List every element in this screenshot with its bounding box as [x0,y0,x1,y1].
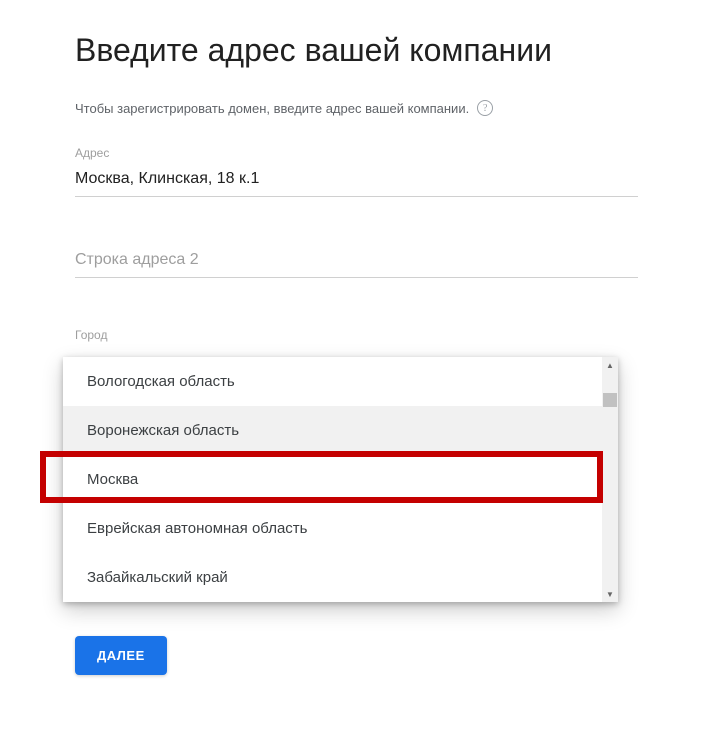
city-label: Город [75,328,638,342]
dropdown-item[interactable]: Воронежская область [63,406,618,455]
region-dropdown[interactable]: Вологодская областьВоронежская областьМо… [63,357,618,602]
dropdown-item[interactable]: Москва [63,455,618,504]
scroll-up-arrow[interactable]: ▲ [602,357,618,373]
address2-input[interactable] [75,247,638,278]
scrollbar[interactable]: ▲ ▼ [602,357,618,602]
dropdown-item[interactable]: Забайкальский край [63,553,618,602]
address-input[interactable] [75,166,638,197]
page-title: Введите адрес вашей компании [75,30,638,70]
scroll-down-arrow[interactable]: ▼ [602,586,618,602]
scrollbar-thumb[interactable] [603,393,617,407]
instruction-text: Чтобы зарегистрировать домен, введите ад… [75,101,469,116]
next-button[interactable]: ДАЛЕЕ [75,636,167,675]
dropdown-item[interactable]: Еврейская автономная область [63,504,618,553]
address-label: Адрес [75,146,638,160]
dropdown-item[interactable]: Вологодская область [63,357,618,406]
help-icon[interactable]: ? [477,100,493,116]
